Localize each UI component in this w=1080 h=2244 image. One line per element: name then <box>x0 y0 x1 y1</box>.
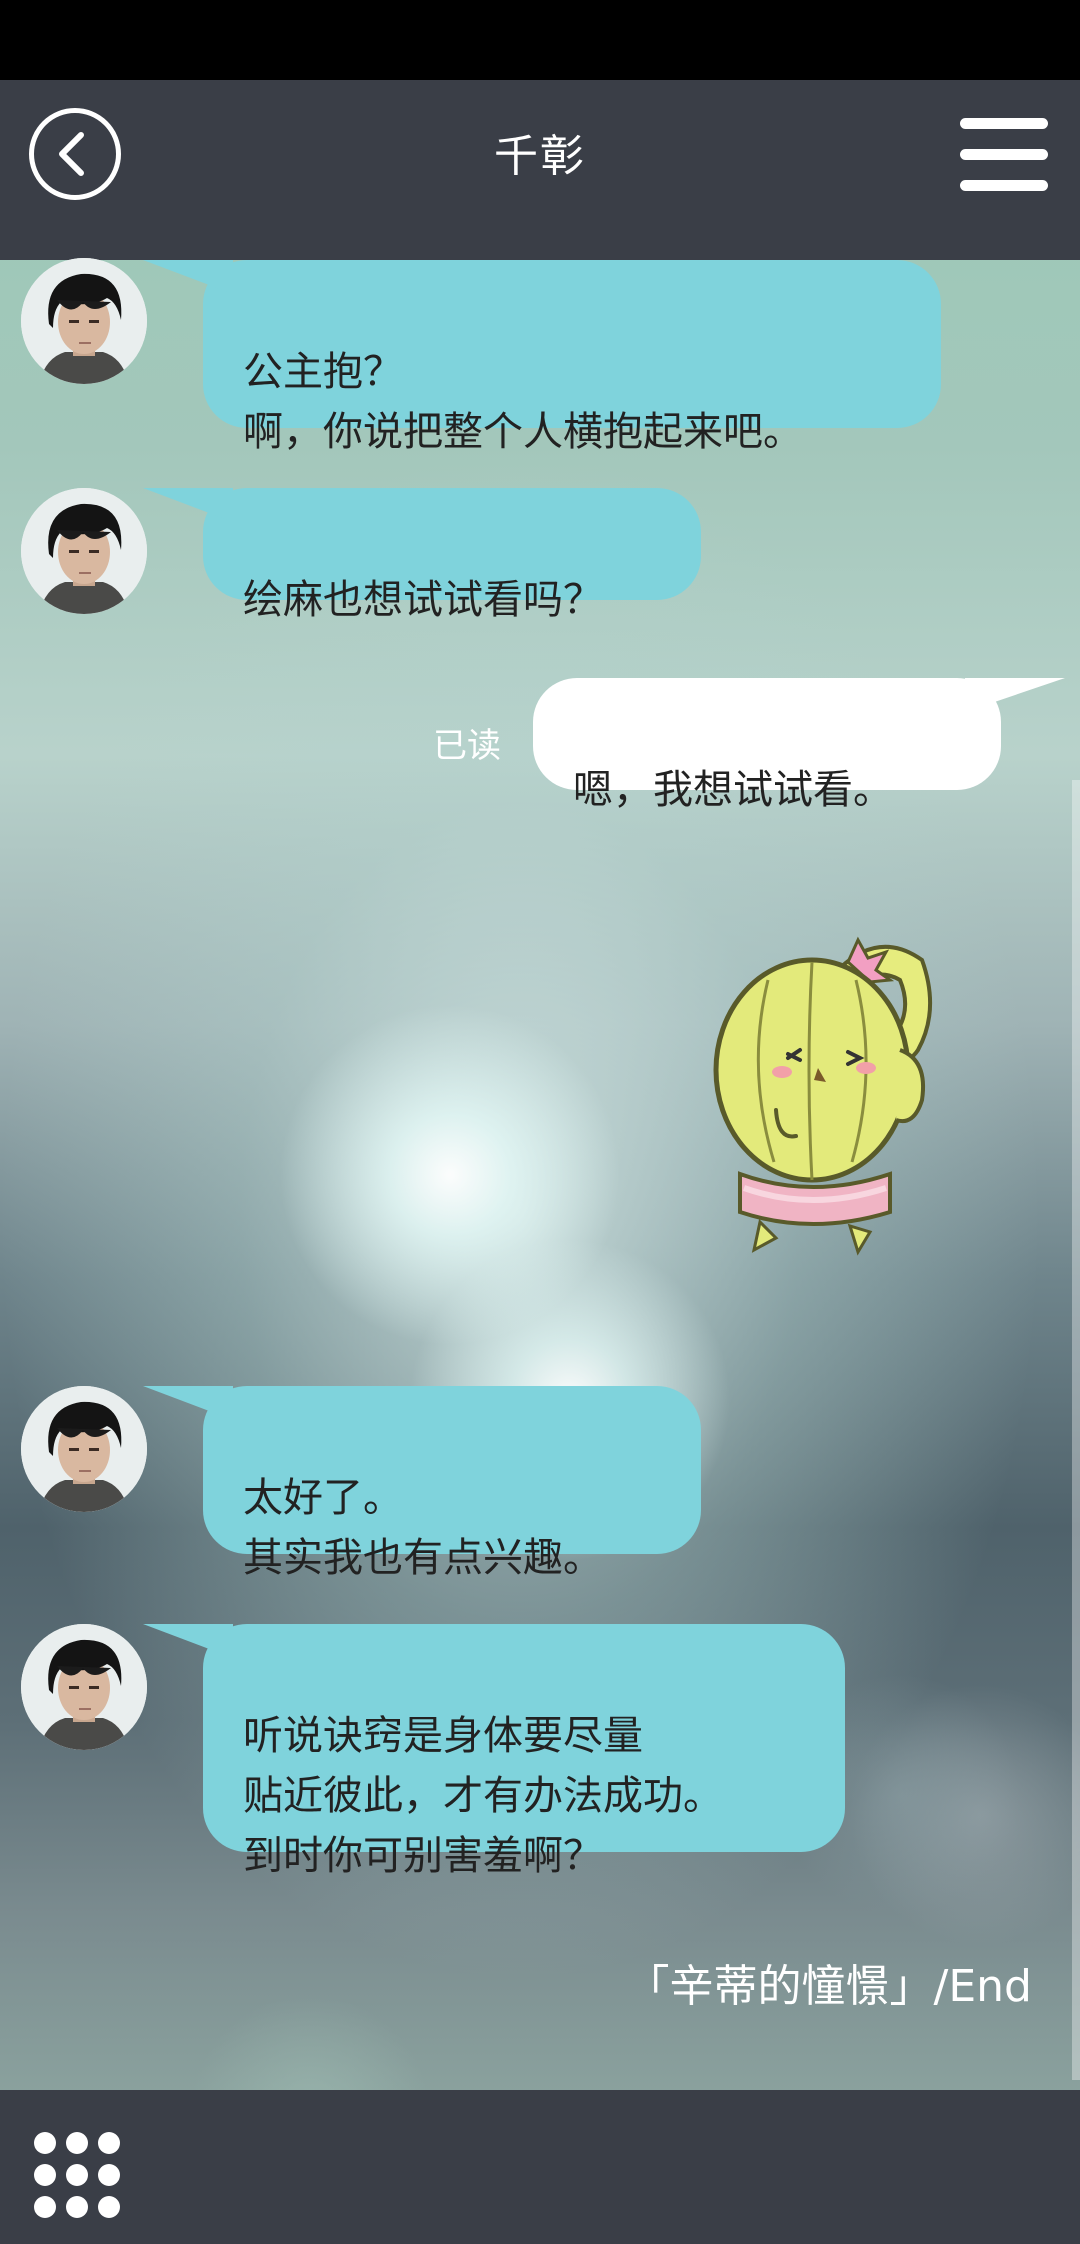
scrollbar[interactable] <box>1072 780 1080 2080</box>
avatar[interactable] <box>21 258 147 384</box>
grid-dots-icon[interactable] <box>32 2130 122 2220</box>
message-text: 听说诀窍是身体要尽量 贴近彼此，才有办法成功。 到时你可别害羞啊？ <box>243 1713 723 1879</box>
cactus-sticker[interactable] <box>700 930 960 1270</box>
chat-screen: 千彰 公主抱？ 啊，你说把整个人横抱起来吧。 绘麻也想试试看吗？ 已读 嗯，我想… <box>0 0 1080 2244</box>
footer-bar <box>0 2090 1080 2244</box>
message-bubble-outgoing[interactable]: 嗯，我想试试看。 <box>533 678 1065 813</box>
message-bubble[interactable]: 公主抱？ 啊，你说把整个人横抱起来吧。 <box>143 260 941 455</box>
message-text: 嗯，我想试试看。 <box>573 767 893 813</box>
message-text: 绘麻也想试试看吗？ <box>243 577 603 623</box>
message-text: 公主抱？ 啊，你说把整个人横抱起来吧。 <box>243 349 803 455</box>
avatar-portrait-icon <box>21 258 147 384</box>
message-list[interactable]: 公主抱？ 啊，你说把整个人横抱起来吧。 绘麻也想试试看吗？ 已读 嗯，我想试试看… <box>0 0 1080 2244</box>
avatar-portrait-icon <box>21 488 147 614</box>
message-bubble[interactable]: 绘麻也想试试看吗？ <box>143 488 701 623</box>
avatar[interactable] <box>21 488 147 614</box>
read-status: 已读 <box>433 726 501 766</box>
end-caption: 「辛蒂的憧憬」/End <box>625 1961 1032 2012</box>
message-bubble[interactable]: 太好了。 其实我也有点兴趣。 <box>143 1386 701 1581</box>
avatar[interactable] <box>21 1386 147 1512</box>
message-text: 太好了。 其实我也有点兴趣。 <box>243 1475 603 1581</box>
avatar[interactable] <box>21 1624 147 1750</box>
avatar-portrait-icon <box>21 1624 147 1750</box>
avatar-portrait-icon <box>21 1386 147 1512</box>
message-bubble[interactable]: 听说诀窍是身体要尽量 贴近彼此，才有办法成功。 到时你可别害羞啊？ <box>143 1624 845 1879</box>
